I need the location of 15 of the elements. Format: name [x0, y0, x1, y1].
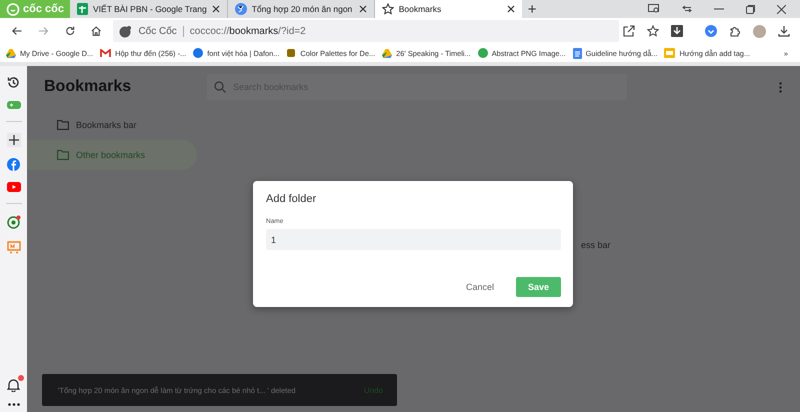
site-name: Cốc Cốc: [138, 26, 184, 36]
empty-message: ess bar: [581, 240, 611, 250]
logo-text: cốc cốc: [23, 3, 64, 15]
browser-tab[interactable]: Tổng hợp 20 món ăn ngon: [228, 0, 375, 18]
address-bar[interactable]: Cốc Cốc coccoc://bookmarks/?id=2: [113, 20, 620, 42]
cancel-button[interactable]: Cancel: [460, 278, 500, 296]
tab-title: VIẾT BÀI PBN - Google Trang: [93, 4, 207, 14]
url-text: coccoc://bookmarks/?id=2: [190, 26, 306, 36]
page-title: Bookmarks: [44, 78, 132, 96]
browser-tab[interactable]: Bookmarks: [374, 0, 522, 18]
tab-title: Bookmarks: [398, 4, 442, 14]
new-tab-button[interactable]: +: [522, 0, 542, 18]
dialog-title: Add folder: [266, 193, 318, 205]
name-field[interactable]: 1: [266, 229, 561, 250]
tab-title: Tổng hợp 20 món ăn ngon: [252, 4, 354, 14]
